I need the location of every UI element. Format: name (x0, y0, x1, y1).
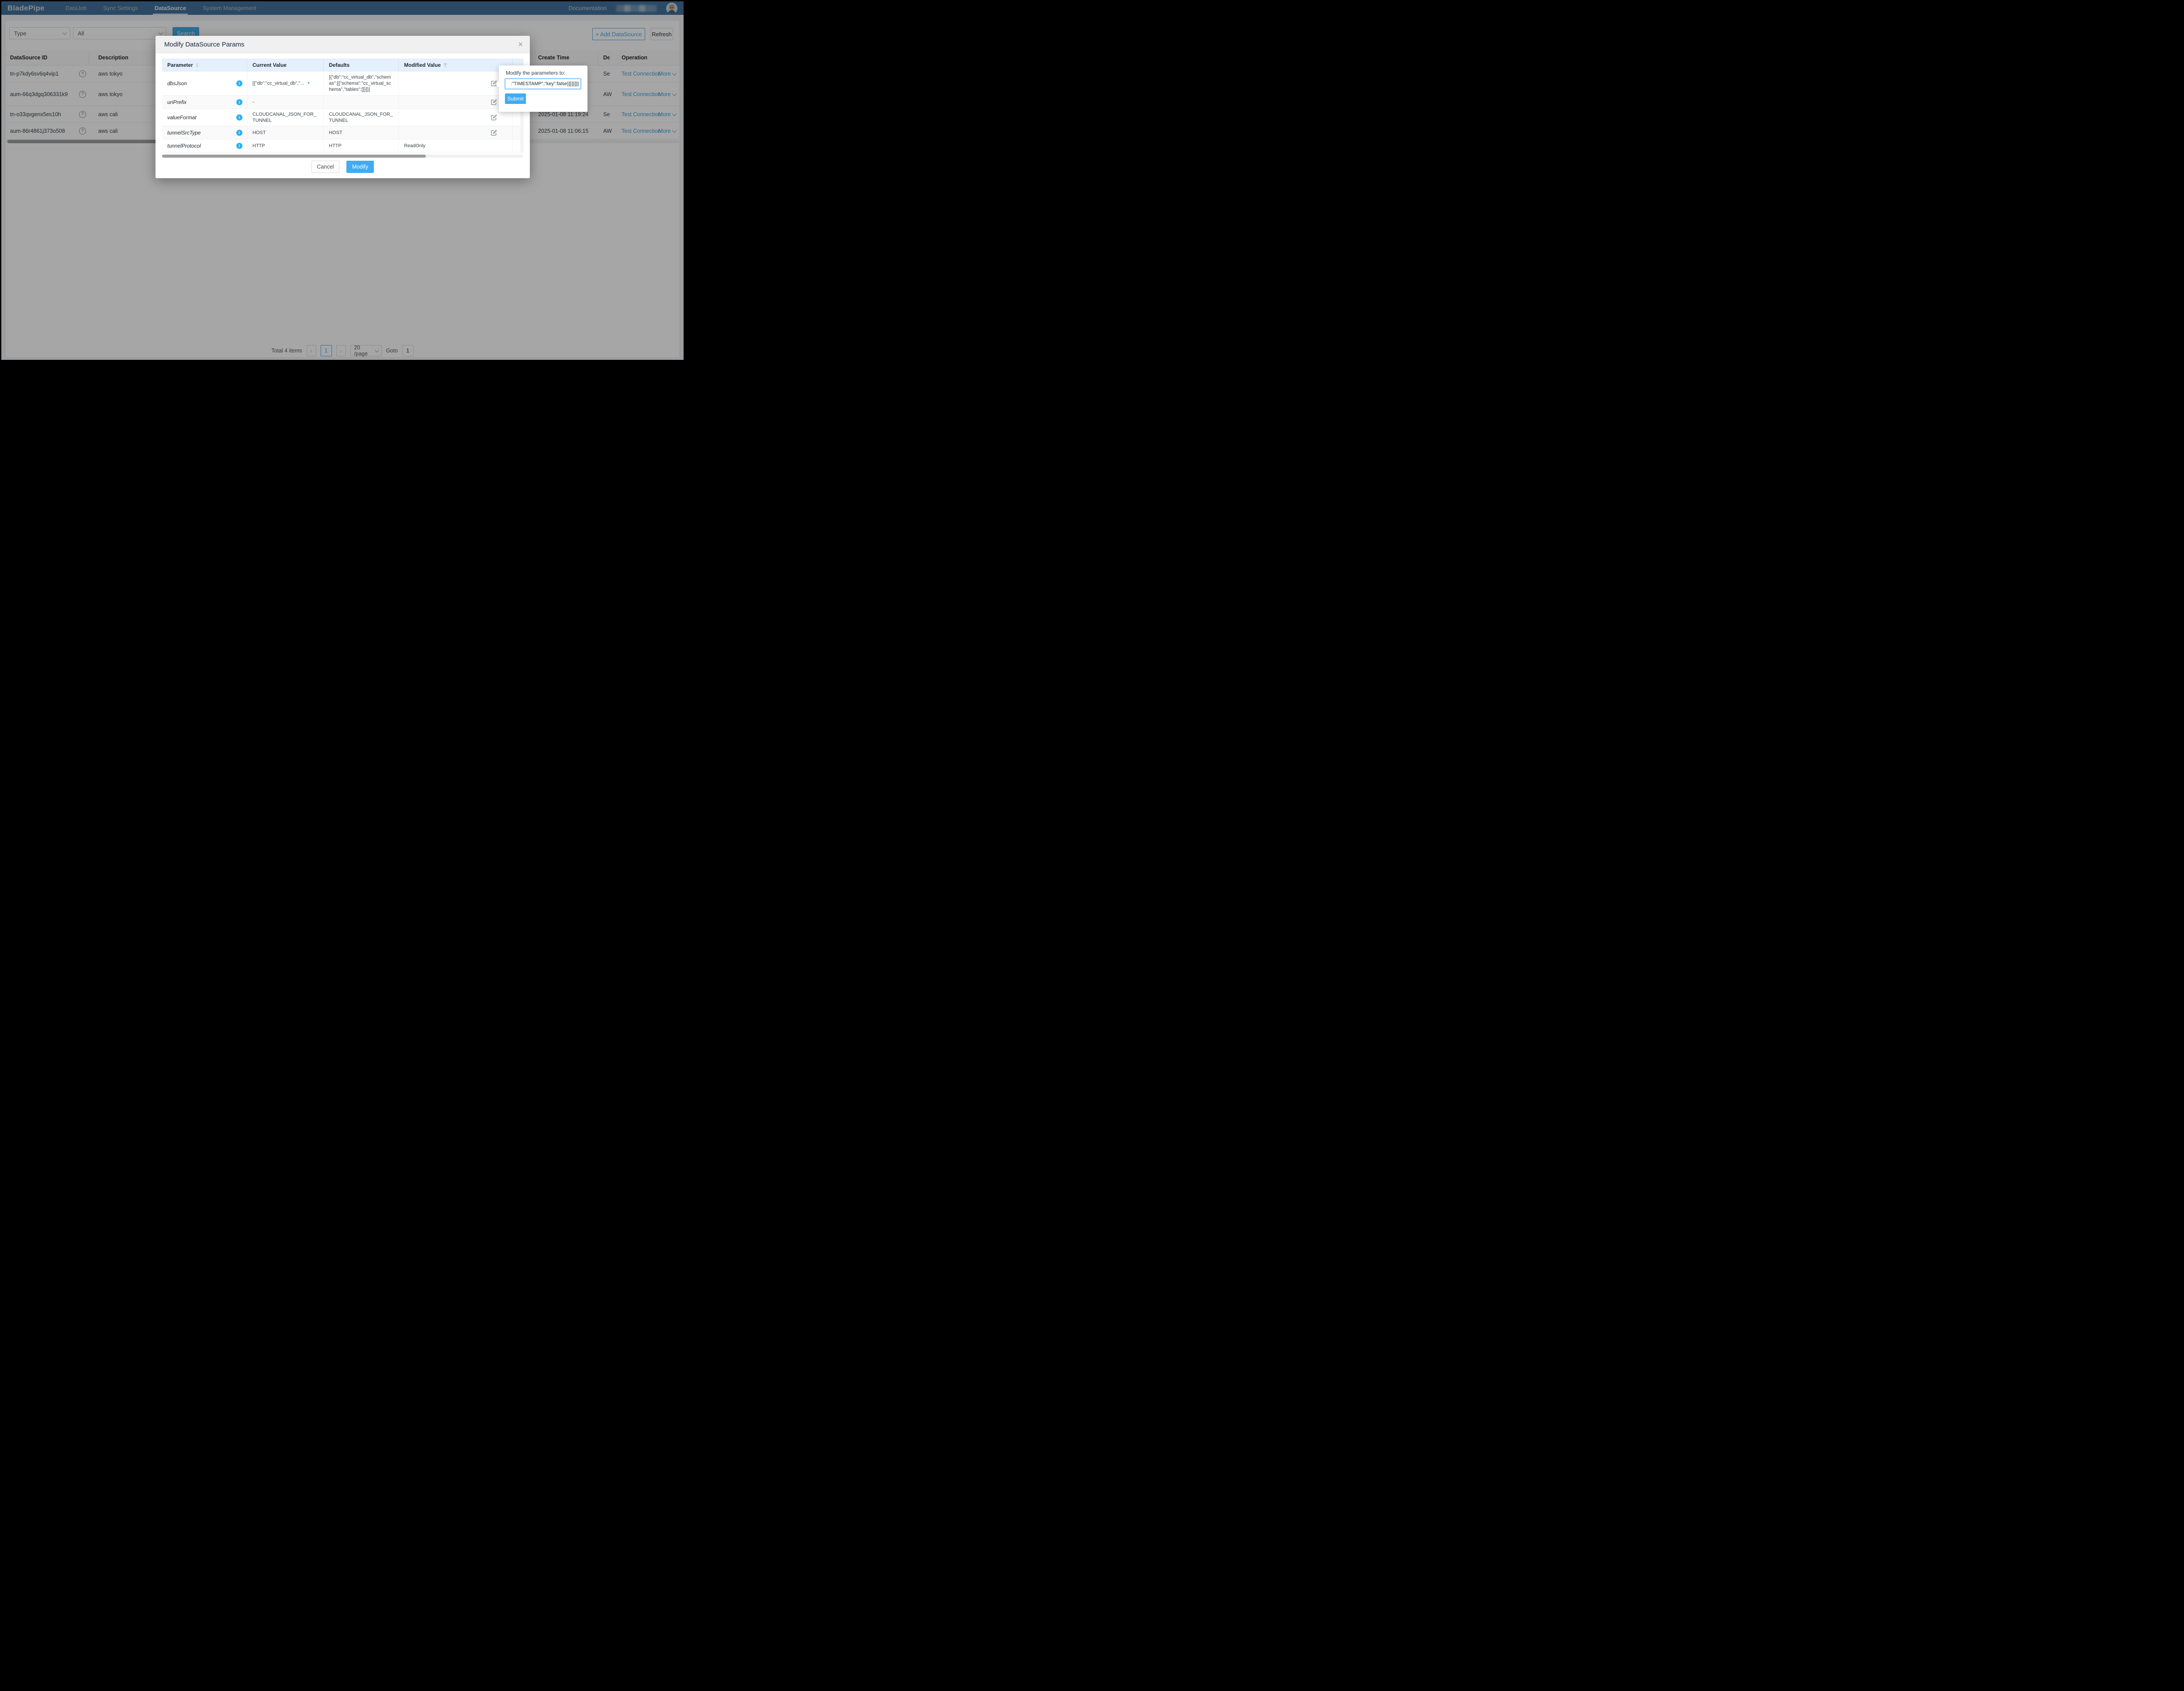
param-value-input[interactable] (505, 79, 581, 89)
param-defaults: HTTP (324, 139, 399, 152)
modify-params-modal: Modify DataSource Params × Parameter ▲▼ … (156, 36, 530, 178)
param-defaults: CLOUDCANAL_JSON_FOR_TUNNEL (324, 109, 399, 126)
param-current-value[interactable]: [{"db":"cc_virtual_db","...▼ (247, 72, 324, 95)
params-table-header: Parameter ▲▼ Current Value Defaults Modi… (162, 59, 523, 72)
param-row-tunnelprotocol: tunnelProtocol i HTTP HTTP ReadOnly (162, 139, 523, 152)
modal-footer: Cancel Modify (156, 161, 530, 173)
app-window: BladePipe DataJob Sync Settings DataSour… (1, 1, 684, 360)
param-defaults (324, 96, 399, 108)
info-icon[interactable]: i (236, 114, 242, 121)
edit-param-popover: Modify the parameters to: Submit (499, 66, 587, 112)
caret-down-icon[interactable]: ▼ (307, 80, 311, 86)
param-defaults: [{"db":"cc_virtual_db","schemas":[{"sche… (324, 72, 399, 95)
param-current-value: HOST (247, 126, 324, 139)
params-table: Parameter ▲▼ Current Value Defaults Modi… (162, 59, 523, 152)
info-icon[interactable]: i (236, 99, 242, 105)
col-header-defaults: Defaults (324, 59, 399, 72)
param-row-valueformat: valueFormat i CLOUDCANAL_JSON_FOR_TUNNEL… (162, 109, 523, 126)
param-modified-value: ReadOnly (399, 139, 513, 152)
col-header-parameter: Parameter ▲▼ (162, 59, 247, 72)
modal-header: Modify DataSource Params × (156, 36, 530, 53)
param-name: tunnelProtocol i (162, 139, 247, 152)
info-icon[interactable]: i (236, 130, 242, 136)
sort-icon[interactable]: ▲▼ (196, 63, 199, 68)
col-header-modified-value: Modified Value (399, 59, 513, 72)
param-row-tunnelsrctype: tunnelSrcType i HOST HOST (162, 126, 523, 139)
param-name: dbsJson i (162, 72, 247, 95)
param-row-dbsjson: dbsJson i [{"db":"cc_virtual_db","...▼ [… (162, 72, 523, 96)
modal-horizontal-scrollbar[interactable] (162, 155, 523, 158)
popover-label: Modify the parameters to: (506, 70, 565, 76)
modify-button[interactable]: Modify (346, 161, 374, 173)
edit-icon[interactable] (491, 114, 497, 121)
param-current-value: - (247, 96, 324, 108)
param-name: uriPrefix i (162, 96, 247, 108)
close-icon[interactable]: × (516, 40, 525, 49)
param-defaults: HOST (324, 126, 399, 139)
cancel-button[interactable]: Cancel (311, 161, 339, 173)
param-name: valueFormat i (162, 109, 247, 126)
param-current-value: CLOUDCANAL_JSON_FOR_TUNNEL (247, 109, 324, 126)
modal-horizontal-scrollbar-thumb[interactable] (162, 155, 426, 158)
info-icon[interactable]: i (236, 143, 242, 149)
edit-icon[interactable] (491, 99, 497, 105)
screenshot-frame: BladePipe DataJob Sync Settings DataSour… (0, 0, 685, 362)
filter-icon[interactable] (443, 63, 447, 67)
col-header-current-value: Current Value (247, 59, 324, 72)
param-name: tunnelSrcType i (162, 126, 247, 139)
edit-icon[interactable] (491, 129, 497, 136)
submit-button[interactable]: Submit (505, 93, 526, 104)
param-current-value: HTTP (247, 139, 324, 152)
info-icon[interactable]: i (236, 80, 242, 86)
modal-title: Modify DataSource Params (164, 41, 244, 48)
param-row-uriprefix: uriPrefix i - (162, 96, 523, 109)
